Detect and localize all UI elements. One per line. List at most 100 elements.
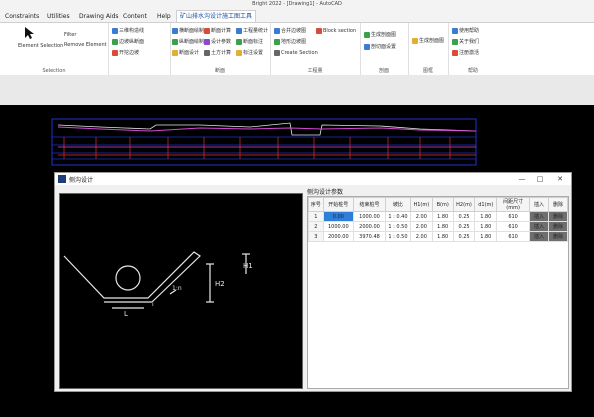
table-cell[interactable]: 0.00	[322, 211, 355, 222]
ribbon-btn-15[interactable]: Create Section	[274, 49, 318, 57]
ribbon-btn-8[interactable]: 设计参数	[204, 38, 231, 46]
table-cell[interactable]: 0.25	[452, 211, 476, 222]
insert-row-button[interactable]: 插入	[529, 231, 549, 242]
ribbon-btn-22[interactable]: 注册激活	[452, 49, 479, 57]
table-cell[interactable]: 1000.00	[322, 221, 355, 232]
ribbon-btn-label: Block section	[323, 28, 357, 34]
col-header: 开始桩号	[322, 197, 355, 212]
remove-element-button[interactable]: Remove Element	[64, 41, 107, 49]
insert-row-button[interactable]: 插入	[529, 211, 549, 222]
tab-help[interactable]: Help	[154, 11, 174, 22]
table-cell[interactable]: 2.00	[409, 231, 433, 242]
ditch-design-dialog: 侧沟设计 — □ ✕ H2 H1 L 1:n i 侧沟设计参数 序号 开始桩号 …	[54, 172, 572, 392]
merge-icon	[274, 27, 280, 34]
excavation-icon	[112, 49, 118, 56]
table-cell[interactable]: 0.25	[452, 221, 476, 232]
ribbon-btn-7[interactable]: 断面计算	[204, 27, 231, 35]
table-cell[interactable]: 2.00	[409, 211, 433, 222]
group-label-quantity: 工程量	[307, 68, 323, 74]
table-cell[interactable]: 610	[496, 231, 531, 242]
table-cell[interactable]: 610	[496, 221, 531, 232]
ribbon-group-section: 横断面绘制 纵断面绘制 断面设计 断面计算 设计参数 土方计算 工程量统计 断面…	[170, 23, 271, 75]
tab-constraints[interactable]: Constraints	[2, 11, 42, 22]
ribbon-btn-14[interactable]: 地形边坡图	[274, 38, 306, 46]
col-header: B(m)	[431, 197, 454, 212]
col-header: H1(m)	[409, 197, 433, 212]
close-button[interactable]: ✕	[553, 174, 567, 184]
ribbon-btn-13[interactable]: 合并边坡图	[274, 27, 306, 35]
ribbon-btn-6[interactable]: 断面设计	[172, 49, 199, 57]
block-section-icon	[316, 27, 322, 34]
table-row[interactable]: 3 2000.00 3970.48 1 : 0.50 2.00 1.80 0.2…	[308, 231, 569, 242]
slope-label: 1:n	[172, 285, 182, 292]
table-row[interactable]: 2 1000.00 2000.00 1 : 0.50 2.00 1.80 0.2…	[308, 221, 569, 232]
ribbon-btn-label: 使用帮助	[459, 28, 480, 34]
col-header: 序号	[308, 197, 324, 212]
ribbon-btn-9[interactable]: 土方计算	[204, 49, 231, 57]
ribbon-btn-17[interactable]: 生成剖面图	[364, 31, 396, 39]
tab-drawing-aids[interactable]: Drawing Aids	[76, 11, 122, 22]
ribbon-btn-3[interactable]: 开挖边坡	[112, 49, 139, 57]
table-cell[interactable]: 3970.48	[353, 231, 386, 242]
ribbon-btn-12[interactable]: 标注设置	[236, 49, 263, 57]
ribbon-btn-label: 工程量统计	[243, 28, 269, 34]
ribbon-btn-label: 土方计算	[211, 50, 232, 56]
tab-drainage-tools[interactable]: 矿山排水沟设计施工图工具	[176, 10, 257, 22]
table-cell[interactable]: 1.80	[431, 221, 454, 232]
i-label: i	[152, 301, 154, 308]
profile-icon	[112, 38, 118, 45]
table-cell[interactable]: 1 : 0.50	[384, 221, 411, 232]
tab-utilities[interactable]: Utilities	[44, 11, 73, 22]
ribbon-btn-1[interactable]: 三维构造线	[112, 27, 144, 35]
ribbon-btn-20[interactable]: 使用帮助	[452, 27, 479, 35]
col-header: 删除	[547, 197, 569, 212]
delete-row-button[interactable]: 删除	[547, 231, 569, 242]
ribbon-btn-21[interactable]: 关于我们	[452, 38, 479, 46]
table-cell[interactable]: 1.80	[474, 231, 498, 242]
table-cell[interactable]: 1 : 0.40	[384, 211, 411, 222]
ribbon-btn-2[interactable]: 边坡纵断面	[112, 38, 144, 46]
element-selection-button[interactable]: Element Selection	[18, 42, 63, 50]
ribbon-btn-4[interactable]: 横断面绘制	[172, 27, 204, 35]
ribbon-btn-19[interactable]: 生成剖面图	[412, 37, 444, 45]
ribbon-btn-5[interactable]: 纵断面绘制	[172, 38, 204, 46]
ditch-cross-section: H2 H1 L 1:n i	[63, 251, 253, 318]
table-header-row: 序号 开始桩号 结束桩号 坡比 H1(m) B(m) H2(m) d1(m) 间…	[308, 197, 569, 212]
ribbon-btn-label: 标注设置	[243, 50, 264, 56]
maximize-button[interactable]: □	[533, 174, 547, 184]
section-preview: H2 H1 L 1:n i	[59, 193, 303, 389]
gen-section-icon	[364, 31, 370, 38]
group-label-frame: 图框	[422, 68, 433, 74]
group-label-profile: 剖面	[378, 68, 389, 74]
col-header: H2(m)	[452, 197, 476, 212]
delete-row-button[interactable]: 删除	[547, 221, 569, 232]
filter-button[interactable]: Filter	[64, 31, 76, 39]
dialog-title: 侧沟设计	[69, 177, 94, 184]
table-cell[interactable]: 2000.00	[353, 221, 386, 232]
table-cell[interactable]: 0.25	[452, 231, 476, 242]
ribbon-btn-label: 生成剖面图	[371, 32, 397, 38]
table-cell[interactable]: 1.80	[431, 211, 454, 222]
insert-row-button[interactable]: 插入	[529, 221, 549, 232]
table-cell[interactable]: 1.80	[431, 231, 454, 242]
table-cell[interactable]: 610	[496, 211, 531, 222]
table-cell[interactable]: 2.00	[409, 221, 433, 232]
table-cell[interactable]: 1000.00	[353, 211, 386, 222]
table-cell[interactable]: 1.80	[474, 211, 498, 222]
minimize-button[interactable]: —	[515, 174, 529, 184]
ribbon-btn-10[interactable]: 工程量统计	[236, 27, 268, 35]
delete-row-button[interactable]: 删除	[547, 211, 569, 222]
l-label: L	[124, 310, 128, 318]
section-icon	[172, 27, 178, 34]
table-row[interactable]: 1 0.00 1000.00 1 : 0.40 2.00 1.80 0.25 1…	[308, 211, 569, 222]
ribbon-btn-18[interactable]: 剖切面设置	[364, 43, 396, 51]
tab-content[interactable]: Content	[120, 11, 150, 22]
ribbon-group-quantity: 合并边坡图 地形边坡图 Create Section Block section…	[270, 23, 361, 75]
table-cell[interactable]: 2000.00	[322, 231, 355, 242]
ribbon-btn-11[interactable]: 断面标注	[236, 38, 263, 46]
ribbon-panel: Element Selection Filter Remove Element …	[0, 22, 594, 76]
ribbon-btn-16[interactable]: Block section	[316, 27, 356, 35]
table-cell[interactable]: 1 : 0.50	[384, 231, 411, 242]
ribbon-btn-label: 断面标注	[243, 39, 264, 45]
table-cell[interactable]: 1.80	[474, 221, 498, 232]
